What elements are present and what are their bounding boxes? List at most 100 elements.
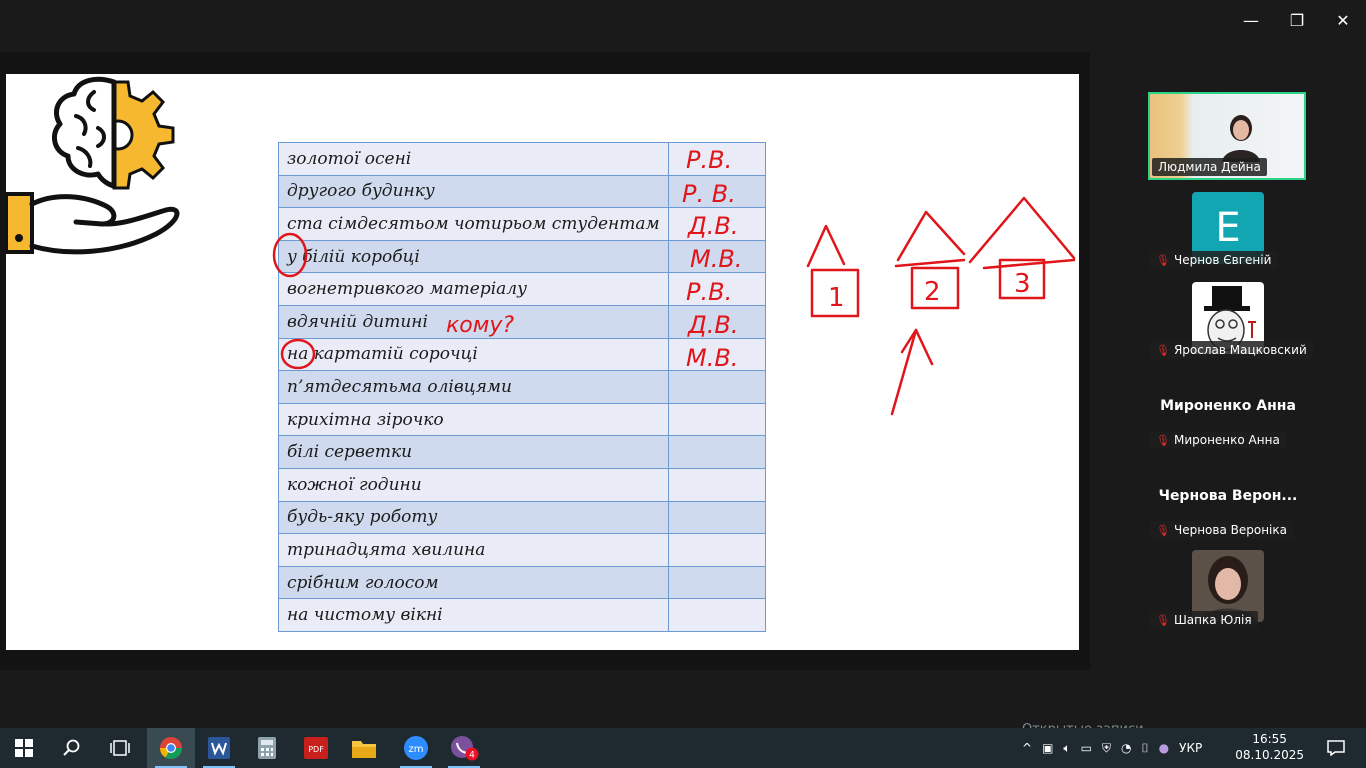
participant-name-tag: 🎙︎ Чернова Вероніка [1150, 521, 1293, 539]
chevron-up-icon[interactable]: ^ [1022, 741, 1032, 755]
participant-name-tag: 🎙︎ Мироненко Анна [1150, 431, 1286, 449]
table-row: тринадцята хвилина [278, 533, 766, 567]
participant-name-tag: 🎙︎ Чернов Євгеній [1150, 251, 1278, 269]
windows-logo-icon [15, 739, 33, 757]
participant-name: Шапка Юлія [1173, 613, 1252, 627]
mic-muted-icon: 🎙︎ [1156, 254, 1170, 267]
clock[interactable]: 16:55 08.10.2025 [1235, 731, 1304, 763]
calculator-taskbar-button[interactable] [243, 728, 291, 768]
phrase-cell: кожної години [278, 467, 669, 502]
table-row: срібним голосом [278, 565, 766, 600]
clock-date: 08.10.2025 [1235, 748, 1304, 762]
participant-display-name[interactable]: Мироненко Анна [1090, 398, 1366, 414]
answer-cell [667, 207, 766, 241]
answer-cell [667, 467, 766, 502]
participant-video-tile[interactable]: Людмила Дейна [1148, 92, 1306, 180]
table-row: на чистому вікні [278, 598, 766, 632]
table-row: білі серветки [278, 435, 766, 469]
minimize-button[interactable]: — [1228, 0, 1274, 40]
viber-icon: 4 [451, 736, 479, 761]
answer-cell [667, 565, 766, 600]
table-row: вдячній дитині [278, 304, 766, 339]
brain-gear-hand-logo [6, 76, 180, 255]
house-number: 1 [828, 283, 845, 313]
phrase-cell: ста сімдесятьом чотирьом студентам [278, 207, 669, 241]
viber-tray-icon[interactable]: ● [1159, 741, 1169, 755]
wifi-icon[interactable]: ◔ [1121, 741, 1131, 755]
pdf-label: PDF [308, 745, 324, 754]
answer-cell [667, 598, 766, 632]
answer-cell [667, 500, 766, 535]
tablet-icon[interactable]: ▣ [1042, 741, 1053, 755]
explorer-taskbar-button[interactable] [340, 728, 388, 768]
notification-badge: 4 [469, 751, 475, 761]
table-row: кожної години [278, 467, 766, 502]
answer-cell [667, 435, 766, 469]
phrase-cell: вогнетривкого матеріалу [278, 272, 669, 306]
viber-taskbar-button[interactable]: 4 [440, 728, 488, 768]
language-indicator[interactable]: УКР [1179, 741, 1202, 755]
taskbar: PDF zm 4 ^ ▣ 🔈︎ ▭ ⛨ ◔ ⌷ ● УКР 16:55 08.1… [0, 728, 1366, 768]
task-view-button[interactable] [96, 728, 144, 768]
house-number: 3 [1014, 269, 1031, 299]
phrases-table: золотої осені другого будинку ста сімдес… [278, 142, 766, 632]
start-button[interactable] [0, 728, 48, 768]
house-body [910, 266, 960, 310]
phrase-cell: вдячній дитині [278, 304, 669, 339]
search-icon [63, 739, 80, 756]
phrase-cell: у білій коробці [278, 239, 669, 274]
table-row: будь-яку роботу [278, 500, 766, 535]
speaker-icon[interactable]: 🔈︎ [1063, 741, 1070, 756]
zoom-label: zm [409, 744, 424, 755]
phrase-cell: на чистому вікні [278, 598, 669, 632]
zoom-icon: zm [404, 736, 428, 760]
phrase-cell: п’ятдесятьма олівцями [278, 370, 669, 404]
calculator-icon [258, 737, 276, 759]
participant-name-tag: 🎙︎ Ярослав Мацковский [1150, 341, 1313, 359]
pdf-icon: PDF [304, 737, 328, 759]
table-row: крихітна зірочко [278, 402, 766, 437]
close-button[interactable]: ✕ [1320, 0, 1366, 40]
clock-time: 16:55 [1252, 732, 1287, 746]
usb-icon[interactable]: ⌷ [1141, 741, 1148, 756]
search-button[interactable] [48, 728, 96, 768]
answer-cell [667, 533, 766, 567]
word-icon [208, 737, 230, 759]
pdf-taskbar-button[interactable]: PDF [292, 728, 340, 768]
notifications-button[interactable] [1312, 728, 1360, 768]
participant-display-name[interactable]: Чернова Верон... [1090, 488, 1366, 504]
chrome-taskbar-button[interactable] [147, 728, 195, 768]
table-row: золотої осені [278, 142, 766, 176]
mic-muted-icon: 🎙︎ [1156, 614, 1170, 627]
shield-icon[interactable]: ⛨ [1102, 741, 1111, 756]
house-body [810, 268, 860, 318]
mic-muted-icon: 🎙︎ [1156, 524, 1170, 537]
mic-muted-icon: 🎙︎ [1156, 434, 1170, 447]
answer-cell [667, 272, 766, 306]
restore-button[interactable]: ❐ [1274, 0, 1320, 40]
phrase-cell: крихітна зірочко [278, 402, 669, 437]
mic-muted-icon: 🎙︎ [1156, 344, 1170, 357]
notification-icon [1327, 740, 1345, 756]
table-row: на картатій сорочці [278, 337, 766, 372]
phrase-cell: тринадцята хвилина [278, 533, 669, 567]
house-number: 2 [924, 277, 941, 307]
battery-icon[interactable]: ▭ [1081, 741, 1092, 755]
answer-cell [667, 402, 766, 437]
house-body [998, 258, 1046, 300]
participant-name-tag: Людмила Дейна [1152, 158, 1267, 176]
folder-icon [352, 741, 376, 758]
phrase-cell: золотої осені [278, 142, 669, 176]
phrase-cell: білі серветки [278, 435, 669, 469]
answer-cell [667, 370, 766, 404]
phrase-cell: срібним голосом [278, 565, 669, 600]
phrase-cell: на картатій сорочці [278, 337, 669, 372]
table-row: другого будинку [278, 174, 766, 209]
participant-name-tag: 🎙︎ Шапка Юлія [1150, 611, 1258, 629]
shared-slide: золотої осені другого будинку ста сімдес… [6, 74, 1079, 650]
zoom-taskbar-button[interactable]: zm [392, 728, 440, 768]
task-view-icon [110, 740, 130, 756]
answer-cell [667, 337, 766, 372]
word-taskbar-button[interactable] [195, 728, 243, 768]
participant-name: Чернова Вероніка [1173, 523, 1287, 537]
